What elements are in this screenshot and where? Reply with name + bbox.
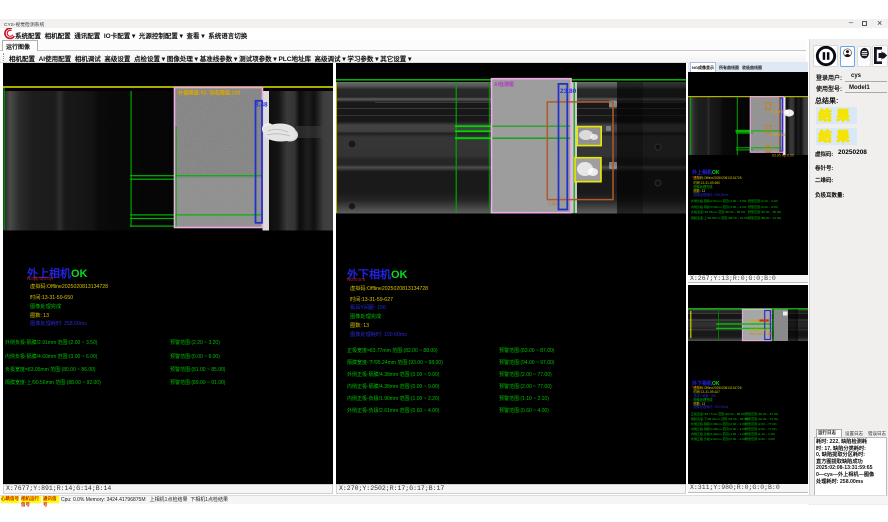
svg-text:AI检测框: AI检测框 xyxy=(494,81,514,88)
svg-text:T1:28.88: T1:28.88 xyxy=(746,319,760,323)
svg-text:83.05 Rp:0.00: 83.05 Rp:0.00 xyxy=(772,154,794,158)
svg-text:AI:2.61 s:4.38: AI:2.61 s:4.38 xyxy=(750,332,772,336)
svg-text:X:40 Y:13: X:40 Y:13 xyxy=(771,133,785,137)
svg-text:X:40 Y:13: X:40 Y:13 xyxy=(771,110,785,114)
svg-text:补偿阈值:93, 动态阈值:100: 补偿阈值:93, 动态阈值:100 xyxy=(177,89,240,97)
svg-text:23.80: 23.80 xyxy=(560,88,577,95)
svg-text:8.48: 8.48 xyxy=(255,102,268,109)
